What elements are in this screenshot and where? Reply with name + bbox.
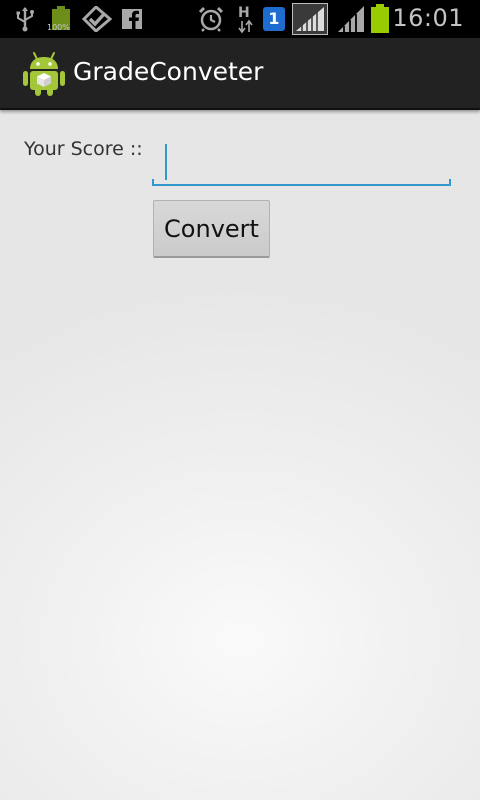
score-field-tick-right	[449, 179, 451, 185]
facebook-icon	[122, 9, 142, 35]
score-field-underline	[152, 184, 451, 186]
hspa-data-icon: H	[236, 4, 256, 34]
cell-signal-icon	[336, 5, 366, 32]
score-field[interactable]	[152, 138, 451, 186]
convert-button[interactable]: Convert	[153, 200, 270, 258]
action-bar: GradeConveter	[0, 38, 480, 110]
alarm-icon	[198, 6, 224, 32]
android-robot-icon[interactable]	[22, 49, 66, 97]
score-label: Your Score ::	[24, 138, 143, 160]
score-input[interactable]	[152, 138, 451, 186]
score-field-tick-left	[152, 179, 154, 185]
battery-percent-label: 100%	[47, 23, 70, 32]
status-clock: 16:01	[392, 4, 464, 32]
text-caret	[165, 144, 167, 180]
app-title: GradeConveter	[73, 57, 264, 86]
checklist-app-icon	[82, 6, 112, 32]
wifi-signal-icon	[292, 3, 328, 35]
status-bar: 100% H 1 16:01	[0, 0, 480, 38]
usb-icon	[14, 6, 36, 32]
sim-1-badge-icon: 1	[263, 7, 285, 31]
hspa-label: H	[238, 5, 250, 21]
battery-icon	[370, 4, 390, 33]
